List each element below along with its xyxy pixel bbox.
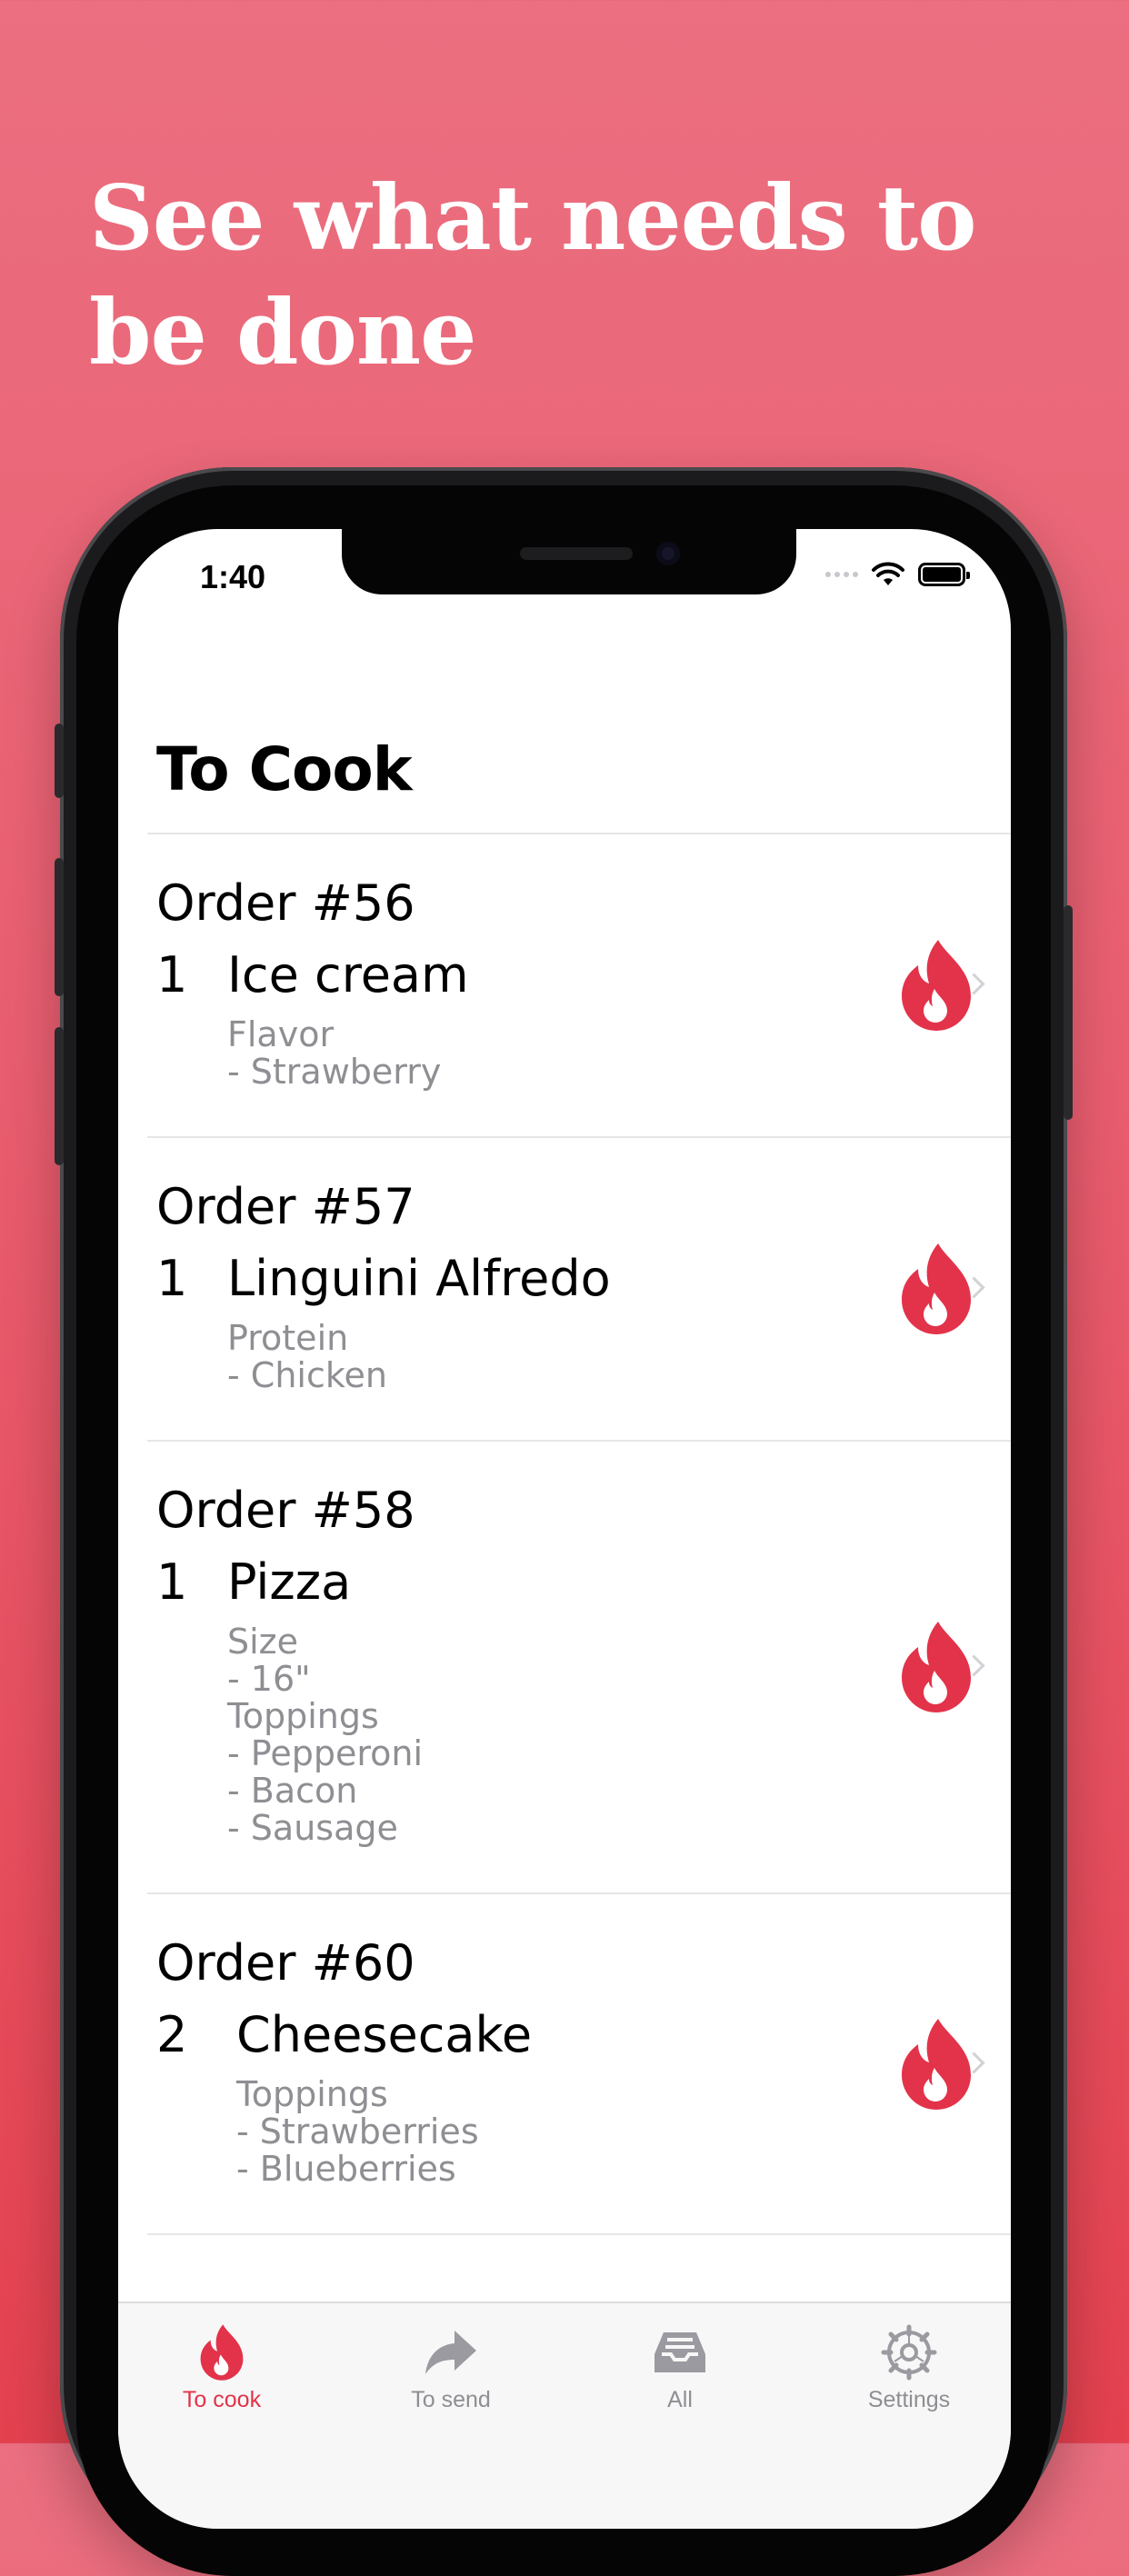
tab-to-cook[interactable]: To cook (131, 2323, 313, 2413)
line-item: 1 Linguini Alfredo (156, 1247, 1011, 1311)
item-quantity: 2 (156, 2006, 188, 2063)
item-modifiers: Flavor - Strawberry (227, 1016, 1011, 1091)
tab-bar: To cook To send All Settings (118, 2301, 1011, 2529)
tab-settings[interactable]: Settings (818, 2323, 1000, 2413)
flame-icon[interactable] (898, 1242, 974, 1336)
wifi-icon (872, 562, 904, 585)
status-indicators (825, 562, 970, 587)
line-item: 2 Cheesecake (156, 2003, 1011, 2067)
flame-icon[interactable] (898, 2017, 974, 2112)
tab-all[interactable]: All (589, 2323, 771, 2413)
volume-down-button (55, 1027, 64, 1165)
order-row[interactable]: Order #57 1 Linguini Alfredo Protein - C… (147, 1138, 1011, 1442)
flame-icon[interactable] (898, 938, 974, 1033)
order-row[interactable]: Order #58 1 Pizza Size - 16" Toppings - … (147, 1442, 1011, 1894)
item-modifiers: Toppings - Strawberries - Blueberries (236, 2076, 1011, 2188)
item-name: Linguini Alfredo (227, 1250, 611, 1307)
modifier-line: - Chicken (227, 1355, 387, 1395)
signal-icon (825, 572, 858, 577)
modifier-line: - Pepperoni (227, 1733, 424, 1773)
modifier-line: Toppings (236, 2074, 388, 2114)
line-item: 1 Pizza (156, 1551, 1011, 1614)
battery-icon (918, 563, 970, 586)
modifier-line: - Bacon (227, 1771, 358, 1811)
modifier-line: Flavor (227, 1014, 335, 1054)
power-button (1064, 905, 1073, 1120)
item-quantity: 1 (156, 1250, 188, 1307)
item-name: Ice cream (227, 946, 469, 1003)
volume-up-button (55, 858, 64, 996)
inbox-tray-icon (654, 2332, 705, 2372)
tab-to-send[interactable]: To send (360, 2323, 542, 2413)
line-item: 1 Ice cream (156, 944, 1011, 1007)
modifier-line: - Blueberries (236, 2149, 456, 2189)
flame-icon[interactable] (898, 1620, 974, 1714)
tab-label: All (667, 2387, 693, 2412)
modifier-line: Size (227, 1622, 299, 1662)
notch (342, 529, 796, 594)
modifier-line: Toppings (227, 1696, 379, 1736)
order-number: Order #57 (156, 1178, 415, 1235)
item-name: Pizza (227, 1553, 352, 1611)
order-list: Order #56 1 Ice cream Flavor - Strawberr… (118, 834, 1011, 2235)
share-arrow-icon (425, 2331, 476, 2374)
headline: See what needs to be done (89, 166, 977, 385)
modifier-line: - 16" (227, 1659, 311, 1699)
status-time: 1:40 (200, 558, 266, 595)
flame-icon (200, 2324, 244, 2381)
front-camera (656, 542, 680, 565)
item-quantity: 1 (156, 946, 188, 1003)
tab-label: Settings (867, 2387, 951, 2412)
silent-switch (55, 724, 64, 798)
page-title: To Cook (156, 734, 413, 804)
item-name: Cheesecake (236, 2006, 533, 2063)
phone-screen: 1:40 To Cook Order #56 1 Ice cream Flavo… (118, 529, 1011, 2529)
modifier-line: - Strawberries (236, 2112, 479, 2152)
item-quantity: 1 (156, 1553, 188, 1611)
order-row[interactable]: Order #56 1 Ice cream Flavor - Strawberr… (147, 834, 1011, 1138)
order-number: Order #58 (156, 1482, 415, 1539)
item-modifiers: Size - 16" Toppings - Pepperoni - Bacon … (227, 1623, 1011, 1847)
order-number: Order #56 (156, 874, 415, 932)
item-modifiers: Protein - Chicken (227, 1320, 1011, 1394)
speaker-grille (520, 547, 633, 560)
modifier-line: - Sausage (227, 1808, 398, 1848)
modifier-line: Protein (227, 1318, 349, 1358)
order-row[interactable]: Order #60 2 Cheesecake Toppings - Strawb… (147, 1894, 1011, 2235)
gear-icon (881, 2324, 937, 2381)
tab-label: To cook (182, 2387, 262, 2412)
tab-label: To send (411, 2387, 491, 2412)
order-number: Order #60 (156, 1934, 415, 1992)
modifier-line: - Strawberry (227, 1052, 442, 1092)
